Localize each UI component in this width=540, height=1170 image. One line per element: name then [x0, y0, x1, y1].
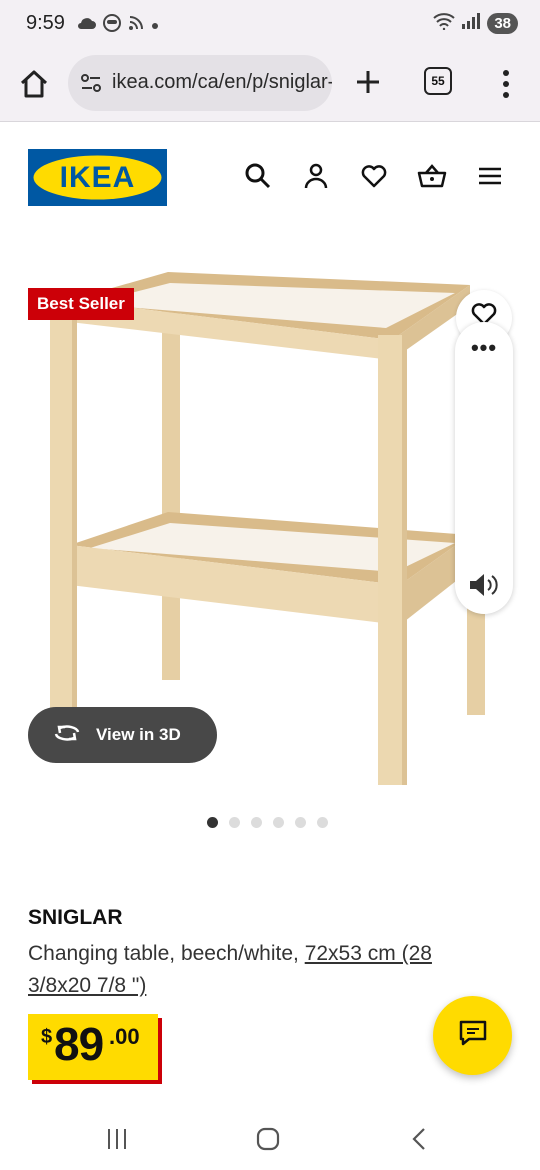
- url-bar[interactable]: ikea.com/ca/en/p/sniglar-changing-table: [68, 55, 332, 111]
- tabs-icon[interactable]: 55: [424, 67, 452, 95]
- header-icons: [240, 158, 508, 194]
- url-text: ikea.com/ca/en/p/sniglar-changing-table: [112, 71, 332, 93]
- wifi-icon: [433, 12, 455, 35]
- signal-icon: [461, 12, 481, 35]
- best-seller-badge: Best Seller: [28, 288, 134, 320]
- chat-icon: [458, 1019, 488, 1052]
- view-in-3d-button[interactable]: View in 3D: [28, 707, 217, 763]
- price-cents: .00: [109, 1024, 140, 1049]
- carousel-dot[interactable]: [207, 817, 218, 828]
- product-description: Changing table, beech/white, 72x53 cm (2…: [28, 938, 498, 1002]
- logo-text: IKEA: [60, 161, 136, 194]
- battery-icon: 38: [487, 13, 518, 34]
- search-icon[interactable]: [240, 158, 276, 194]
- more-horizontal-icon[interactable]: •••: [455, 337, 513, 359]
- price-tag: $ 89 .00: [28, 1014, 158, 1080]
- site-settings-icon[interactable]: [78, 70, 104, 101]
- carousel-dot[interactable]: [317, 817, 328, 828]
- home-circle-icon[interactable]: [248, 1124, 288, 1154]
- carousel-dots: [207, 817, 328, 828]
- status-icons-left: [76, 14, 159, 37]
- heart-icon[interactable]: [356, 158, 392, 194]
- product-type-text: Changing table, beech/white,: [28, 942, 305, 965]
- carousel-dot[interactable]: [251, 817, 262, 828]
- carousel-dot[interactable]: [229, 817, 240, 828]
- cloud-icon: [76, 16, 96, 35]
- home-icon[interactable]: [16, 66, 52, 102]
- status-bar: 9:59 38: [0, 0, 540, 50]
- carousel-dot[interactable]: [295, 817, 306, 828]
- more-vert-icon[interactable]: [494, 66, 518, 102]
- dot-icon: [151, 17, 159, 35]
- cart-icon[interactable]: [414, 158, 450, 194]
- rotate-3d-icon: [52, 722, 82, 749]
- product-name: SNIGLAR: [28, 906, 123, 929]
- carousel-dot[interactable]: [273, 817, 284, 828]
- account-icon[interactable]: [298, 158, 334, 194]
- recents-icon[interactable]: [97, 1124, 137, 1154]
- price-dollars: 89: [54, 1018, 104, 1070]
- price-currency: $: [41, 1026, 53, 1048]
- back-icon[interactable]: [400, 1124, 440, 1154]
- ikea-logo[interactable]: IKEA: [28, 149, 167, 206]
- browser-toolbar: ikea.com/ca/en/p/sniglar-changing-table …: [0, 50, 540, 122]
- speaker-icon[interactable]: [467, 570, 501, 605]
- system-nav-bar: [0, 1106, 540, 1170]
- shield-face-icon: [103, 14, 121, 37]
- status-icons-right: 38: [433, 12, 518, 35]
- plus-icon[interactable]: [350, 64, 386, 100]
- view-in-3d-label: View in 3D: [96, 725, 181, 744]
- media-side-panel: •••: [455, 322, 513, 614]
- menu-icon[interactable]: [472, 158, 508, 194]
- rss-icon: [128, 15, 144, 36]
- status-time: 9:59: [26, 12, 65, 34]
- chat-button[interactable]: [433, 996, 512, 1075]
